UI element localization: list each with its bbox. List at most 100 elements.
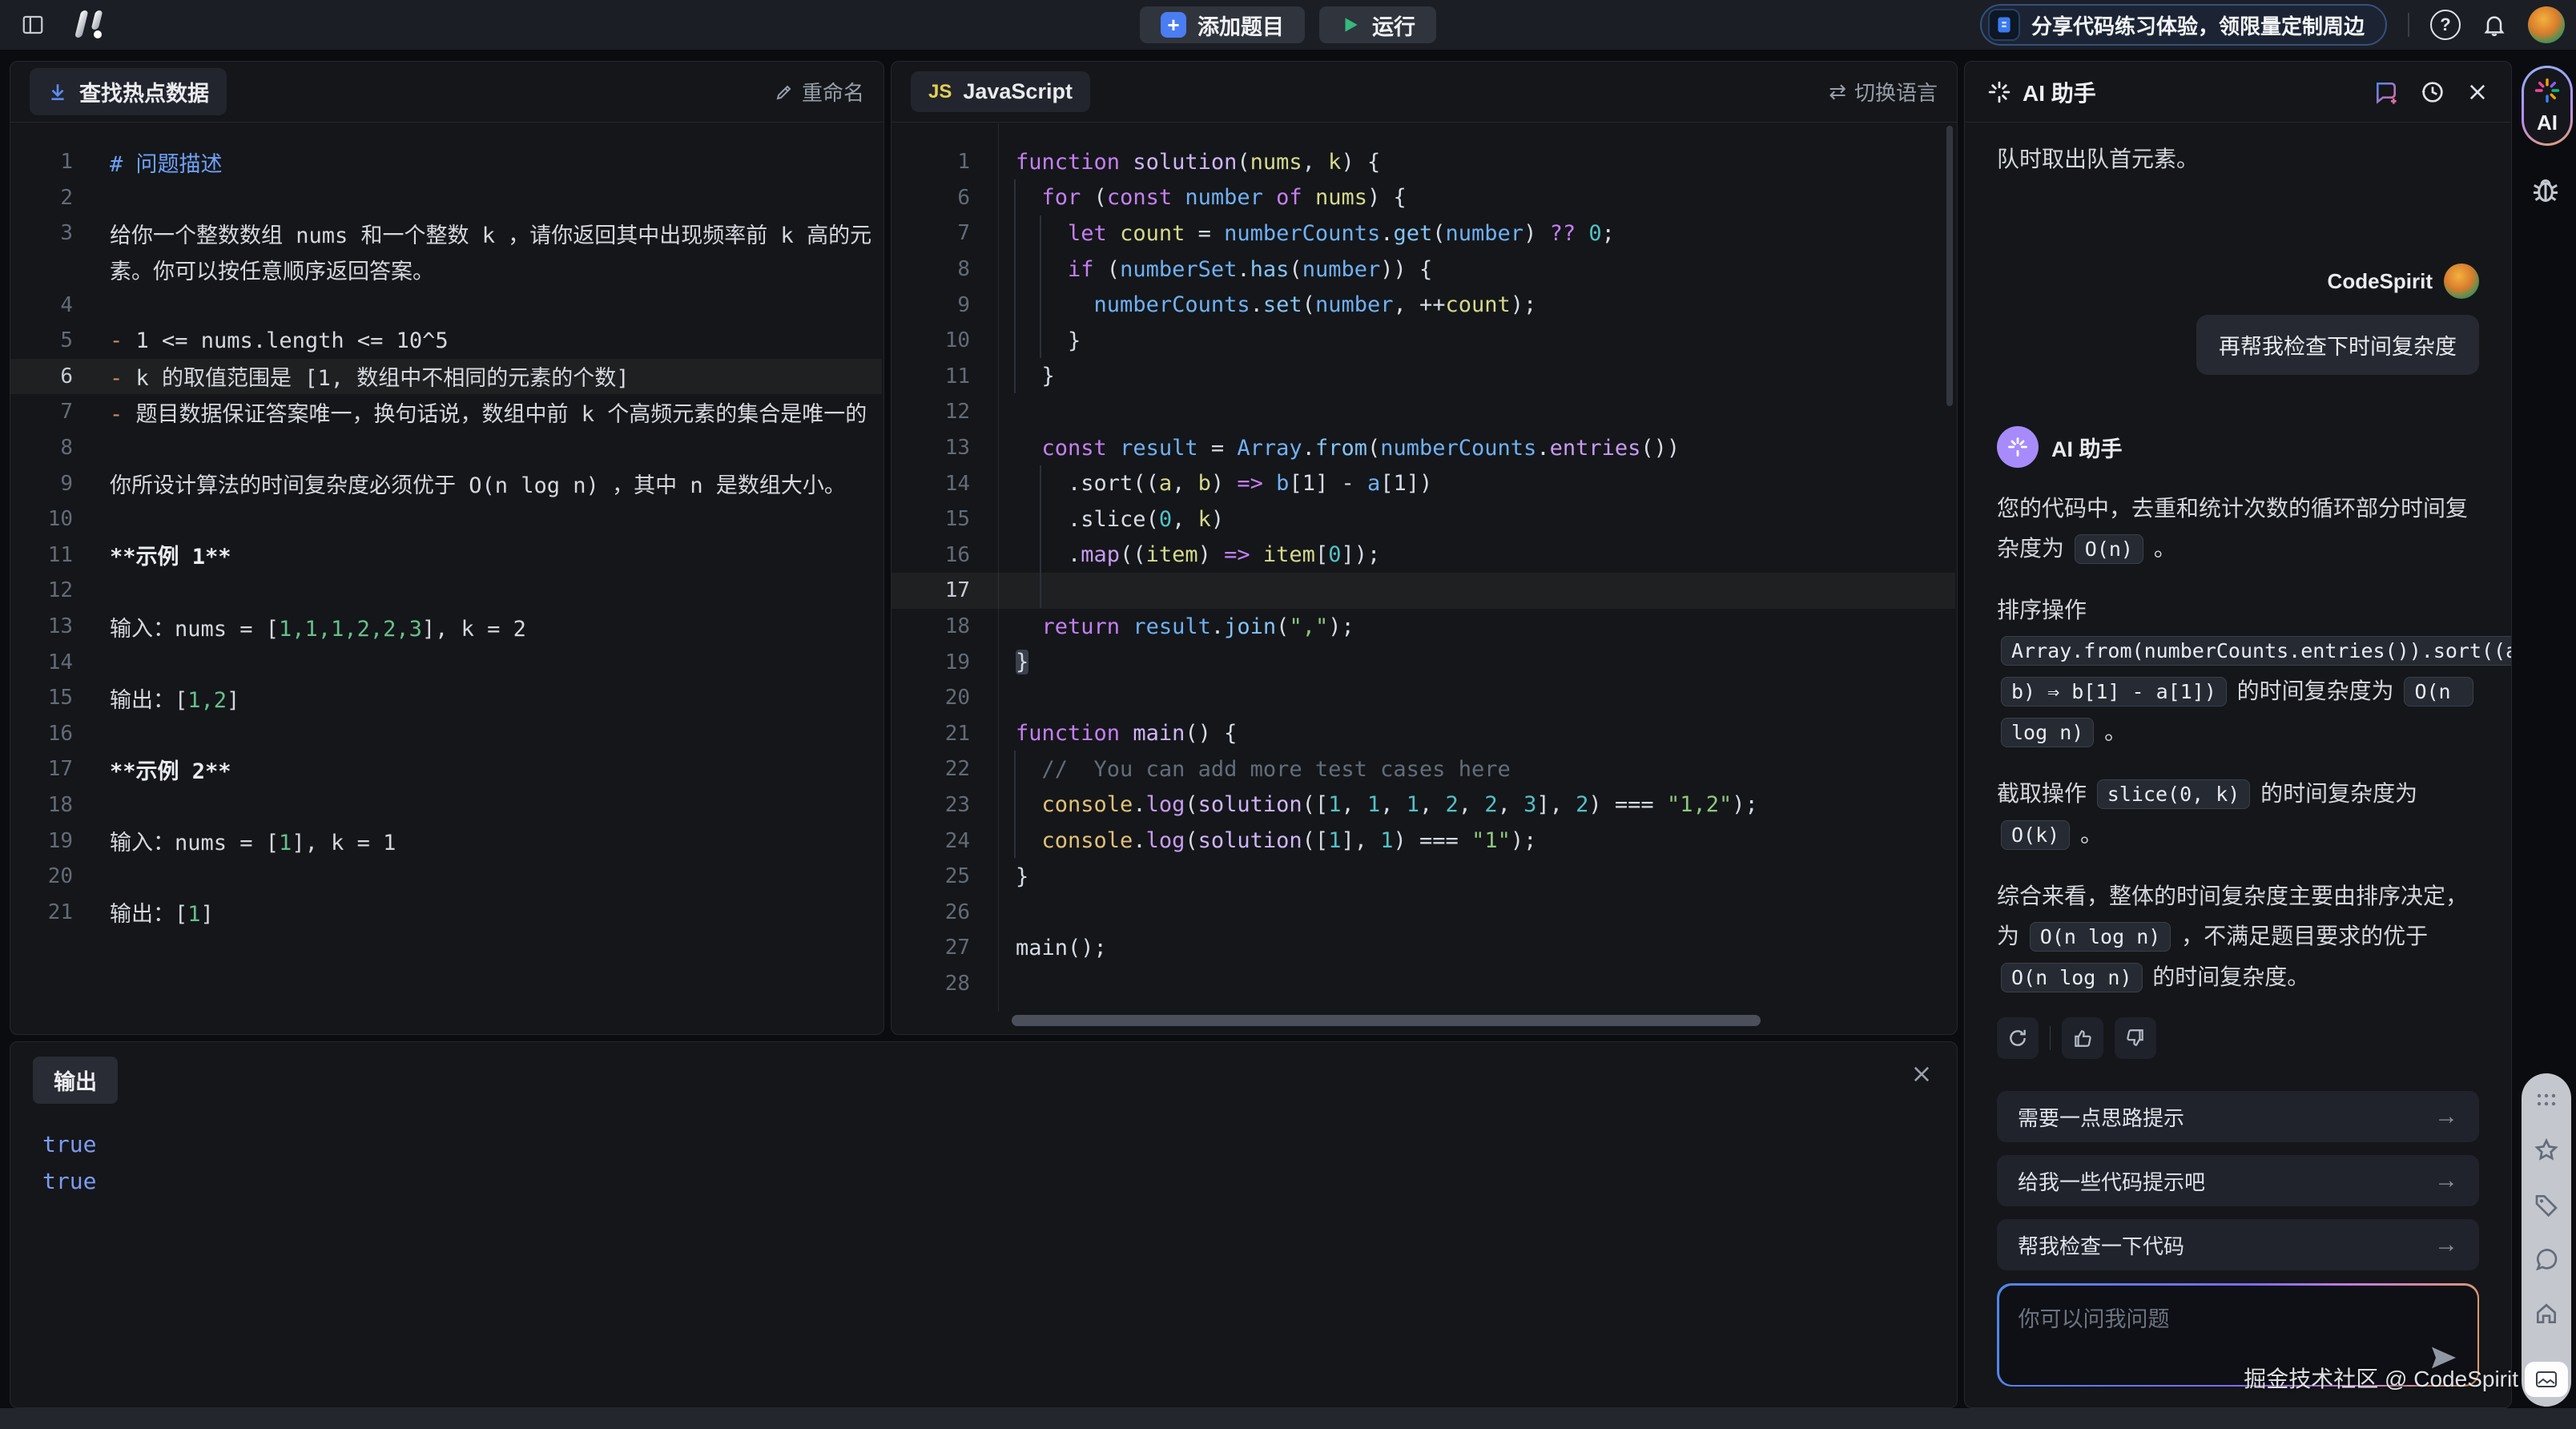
code-line[interactable]: 14 .sort((a, b) => b[1] - a[1]) — [892, 465, 1955, 501]
problem-line[interactable]: 15输出：[1,2] — [10, 680, 882, 716]
token: === — [1419, 828, 1459, 853]
code-line[interactable]: 16 .map((item) => item[0]); — [892, 537, 1955, 574]
run-button[interactable]: 运行 — [1319, 6, 1436, 43]
code-line[interactable]: 13 const result = Array.from(numberCount… — [892, 430, 1955, 466]
token: [ — [1315, 542, 1328, 567]
problem-line[interactable]: 9你所设计算法的时间复杂度必须优于 O(n log n) ，其中 n 是数组大小… — [10, 465, 882, 501]
send-icon[interactable] — [2428, 1342, 2460, 1374]
problem-tab[interactable]: 查找热点数据 — [30, 68, 227, 115]
code-line[interactable]: 19} — [892, 644, 1955, 680]
thumbs-up-button[interactable] — [2062, 1017, 2103, 1059]
problem-line[interactable]: 3给你一个整数数组 nums 和一个整数 k ，请你返回其中出现频率前 k 高的… — [10, 215, 882, 252]
code-line[interactable]: 22 // You can add more test cases here — [892, 751, 1955, 787]
ai-chat-scroll[interactable]: 队时取出队首元素。 CodeSpirit 再帮我检查下时间复杂度 AI 助手 您… — [1965, 123, 2511, 1091]
problem-line[interactable]: 1# 问题描述 — [10, 144, 882, 180]
problem-line[interactable]: 17**示例 2** — [10, 751, 882, 787]
problem-line[interactable]: 16 — [10, 716, 882, 752]
star-icon[interactable] — [2534, 1137, 2559, 1163]
code-line[interactable]: 10 } — [892, 323, 1955, 359]
problem-line[interactable]: 6- k 的取值范围是 [1, 数组中不相同的元素的个数] — [10, 359, 882, 395]
problem-line[interactable]: 8 — [10, 430, 882, 466]
problem-line[interactable]: 素。你可以按任意顺序返回答案。 — [10, 252, 882, 288]
problem-line[interactable]: 4 — [10, 287, 882, 323]
home-icon[interactable] — [2534, 1301, 2559, 1326]
token: "1" — [1471, 828, 1511, 853]
line-number: 26 — [892, 900, 970, 924]
token — [1016, 257, 1068, 282]
comment-icon[interactable] — [2534, 1246, 2559, 1272]
token: 你所设计算法的时间复杂度必须优于 O(n log n) ，其中 n 是数组大小。 — [110, 473, 846, 498]
ai-rail-toggle[interactable]: AI — [2522, 66, 2573, 146]
code-line[interactable]: 9 numberCounts.set(number, ++count); — [892, 287, 1955, 323]
token: } — [1016, 864, 1028, 889]
screenshot-button[interactable] — [2525, 1362, 2568, 1397]
promo-banner[interactable]: 分享代码练习体验，领限量定制周边 — [1980, 4, 2387, 46]
help-icon[interactable]: ? — [2430, 10, 2461, 40]
token: 输入：nums = [ — [110, 831, 279, 855]
problem-line[interactable]: 19输入：nums = [1], k = 1 — [10, 823, 882, 859]
debug-bug-icon[interactable] — [2530, 175, 2562, 207]
horizontal-scrollbar[interactable] — [1012, 1015, 1761, 1026]
close-output-icon[interactable] — [1910, 1063, 1933, 1085]
code-line[interactable]: 25} — [892, 859, 1955, 895]
problem-line[interactable]: 18 — [10, 787, 882, 823]
close-ai-panel-icon[interactable] — [2466, 81, 2489, 103]
code-line[interactable]: 7 let count = numberCounts.get(number) ?… — [892, 215, 1955, 252]
output-tab[interactable]: 输出 — [33, 1057, 118, 1104]
tag-icon[interactable] — [2534, 1192, 2559, 1218]
token: count — [1120, 221, 1185, 246]
vertical-scrollbar[interactable] — [1946, 126, 1953, 406]
problem-line[interactable]: 2 — [10, 180, 882, 216]
new-chat-icon[interactable] — [2373, 79, 2399, 105]
code-line[interactable]: 27main(); — [892, 930, 1955, 966]
problem-line[interactable]: 11**示例 1** — [10, 537, 882, 574]
add-problem-button[interactable]: + 添加题目 — [1140, 6, 1305, 43]
code-line[interactable]: 20 — [892, 680, 1955, 716]
token: ) — [1394, 828, 1420, 853]
suggestion-button[interactable]: 需要一点思路提示→ — [1997, 1091, 2479, 1142]
code-line[interactable]: 18 return result.join(","); — [892, 609, 1955, 645]
thumbs-down-button[interactable] — [2115, 1017, 2156, 1059]
suggestion-button[interactable]: 帮我检查一下代码→ — [1997, 1219, 2479, 1270]
code-line[interactable]: 26 — [892, 894, 1955, 930]
token: count — [1446, 292, 1511, 317]
code-line[interactable]: 11 } — [892, 359, 1955, 395]
code-line[interactable]: 17 — [892, 573, 1955, 609]
problem-line[interactable]: 5- 1 <= nums.length <= 10^5 — [10, 323, 882, 359]
problem-line[interactable]: 20 — [10, 859, 882, 895]
sidebar-toggle-icon[interactable] — [21, 13, 45, 37]
problem-editor-body[interactable]: 1# 问题描述23给你一个整数数组 nums 和一个整数 k ，请你返回其中出现… — [10, 123, 882, 1033]
regenerate-button[interactable] — [1997, 1017, 2039, 1059]
problem-line[interactable]: 10 — [10, 501, 882, 537]
suggestion-button[interactable]: 给我一些代码提示吧→ — [1997, 1155, 2479, 1206]
code-editor-body[interactable]: 1function solution(nums, k) {6 for (cons… — [892, 123, 1955, 1033]
problem-line[interactable]: 7- 题目数据保证答案唯一，换句话说，数组中前 k 个高频元素的集合是唯一的 — [10, 394, 882, 430]
token: k — [1198, 507, 1211, 532]
code-line[interactable]: 21function main() { — [892, 716, 1955, 752]
history-icon[interactable] — [2420, 79, 2445, 105]
ai-input[interactable] — [1999, 1286, 2444, 1374]
code-line[interactable]: 23 console.log(solution([1, 1, 1, 2, 2, … — [892, 787, 1955, 823]
app-logo[interactable] — [74, 9, 112, 41]
code-line[interactable]: 6 for (const number of nums) { — [892, 180, 1955, 216]
code-line[interactable]: 28 — [892, 966, 1955, 1002]
language-tab[interactable]: JS JavaScript — [911, 71, 1090, 112]
notifications-icon[interactable] — [2481, 12, 2507, 38]
code-line[interactable]: 12 — [892, 394, 1955, 430]
problem-line[interactable]: 14 — [10, 644, 882, 680]
drag-handle-icon[interactable] — [2535, 1093, 2558, 1109]
token: return — [1042, 614, 1121, 639]
problem-line[interactable]: 12 — [10, 573, 882, 609]
line-content: numberCounts.set(number, ++count); — [1016, 292, 1536, 317]
token: 0 — [1328, 542, 1341, 567]
code-line[interactable]: 15 .slice(0, k) — [892, 501, 1955, 537]
switch-language-button[interactable]: ⇄ 切换语言 — [1829, 77, 1938, 107]
rename-button[interactable]: 重命名 — [775, 77, 864, 107]
code-line[interactable]: 1function solution(nums, k) { — [892, 144, 1955, 180]
code-line[interactable]: 8 if (numberSet.has(number)) { — [892, 252, 1955, 288]
user-avatar[interactable] — [2528, 6, 2565, 43]
problem-line[interactable]: 13输入：nums = [1,1,1,2,2,3], k = 2 — [10, 609, 882, 645]
line-number: 20 — [10, 864, 73, 888]
problem-line[interactable]: 21输出：[1] — [10, 894, 882, 930]
code-line[interactable]: 24 console.log(solution([1], 1) === "1")… — [892, 823, 1955, 859]
